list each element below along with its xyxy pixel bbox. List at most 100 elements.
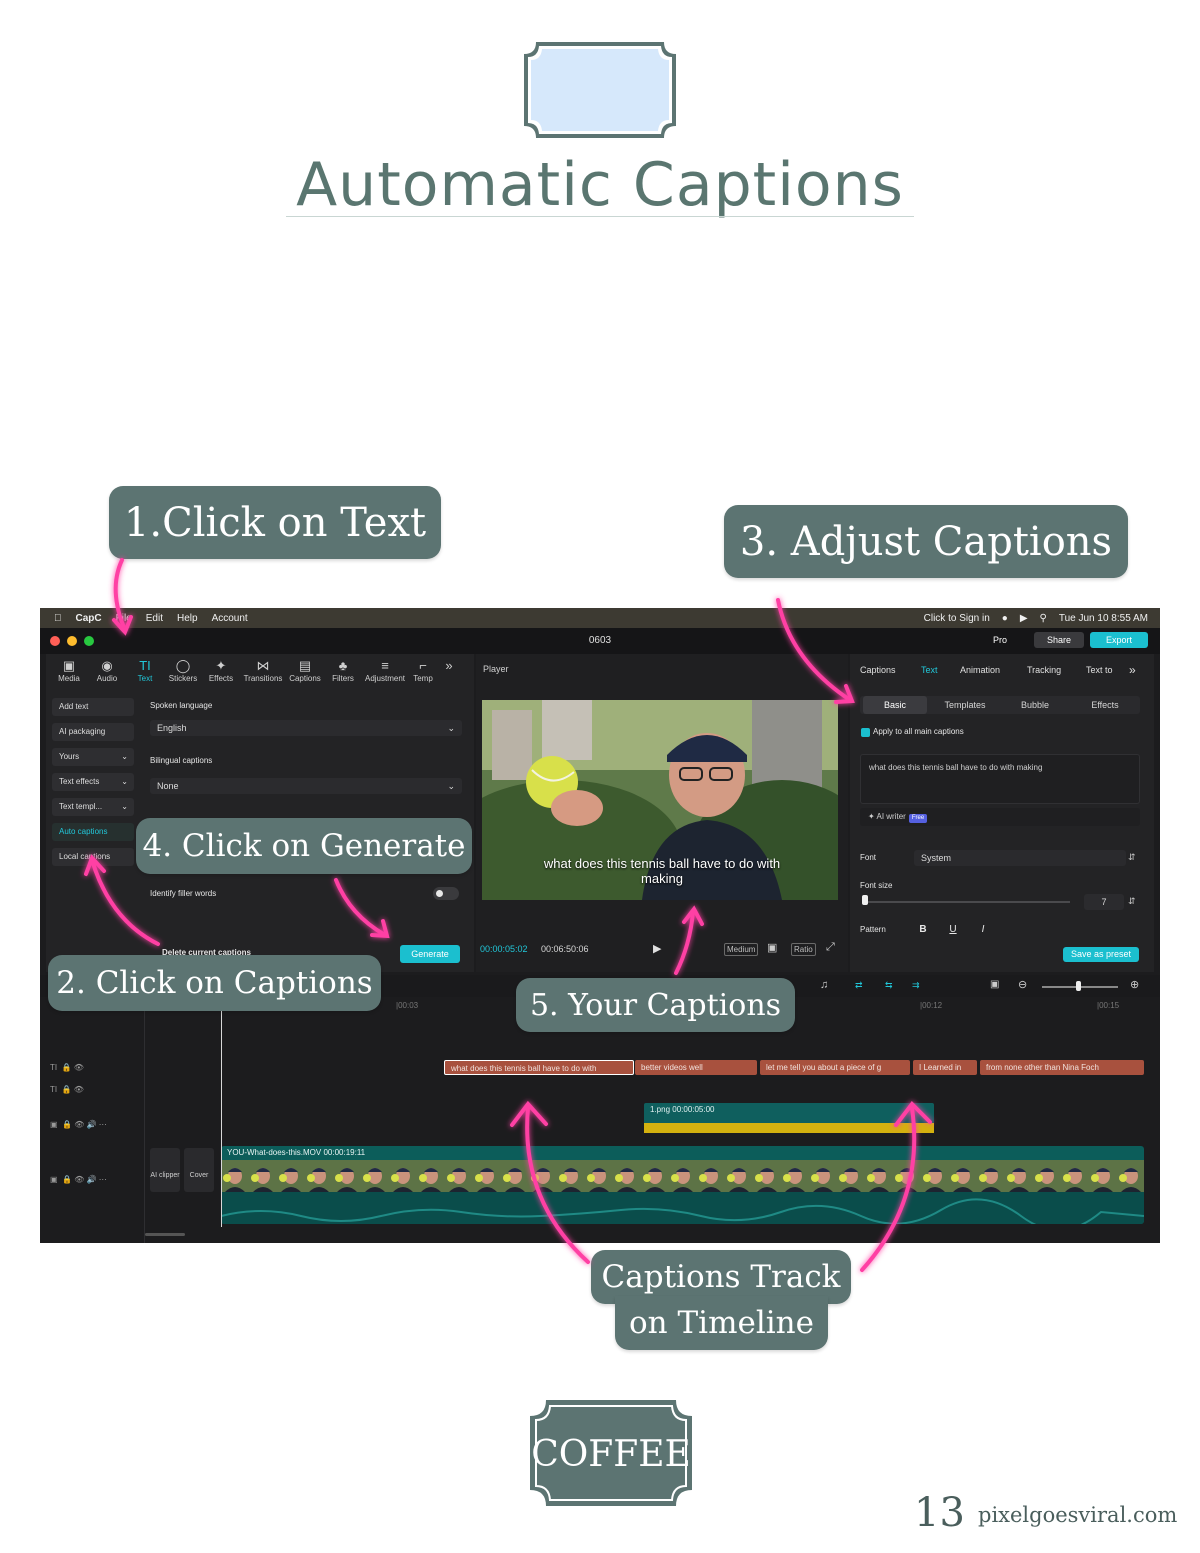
tab-rp-text[interactable]: Text (921, 665, 938, 675)
quality-button[interactable]: Medium (724, 943, 759, 956)
wifi-icon[interactable]: ● (1002, 613, 1008, 624)
link-icon[interactable]: ⇆ (885, 980, 893, 991)
stepper-icon[interactable]: ⇵ (1128, 896, 1136, 907)
font-size-slider[interactable] (864, 901, 1070, 903)
bilingual-captions-select[interactable]: None ⌄ (150, 778, 462, 794)
cover-button[interactable]: Cover (184, 1148, 214, 1192)
caption-text-area[interactable]: what does this tennis ball have to do wi… (860, 754, 1140, 804)
ratio-button[interactable]: Ratio (791, 943, 816, 956)
sign-in-link[interactable]: Click to Sign in (924, 613, 990, 624)
caption-clip[interactable]: I Learned in (913, 1060, 977, 1075)
caption-clip[interactable]: better videos well (635, 1060, 757, 1075)
tab-adjustment[interactable]: ≡ Adjustment (362, 656, 408, 692)
current-time: 00:00:05:02 (480, 944, 528, 954)
identify-filler-toggle[interactable] (433, 887, 459, 900)
fit-icon[interactable]: ▣ (767, 941, 777, 954)
volume-icon[interactable]: ▶ (1020, 613, 1028, 624)
side-item-yours[interactable]: Yours ⌄ (52, 748, 134, 766)
menu-app-name[interactable]: CapC (76, 613, 102, 624)
tab-transitions-label: Transitions (243, 674, 283, 683)
seg-templates[interactable]: Templates (932, 696, 998, 714)
tab-captions-label: Captions (289, 674, 321, 683)
spoken-language-select[interactable]: English ⌄ (150, 720, 462, 736)
side-item-ai-packaging[interactable]: AI packaging (52, 723, 134, 741)
tab-template[interactable]: ⌐ Temp (408, 656, 438, 692)
underline-button[interactable]: U (943, 922, 963, 938)
zoom-out-icon[interactable]: ⊖ (1018, 978, 1027, 991)
seg-basic[interactable]: Basic (863, 696, 927, 714)
share-button[interactable]: Share (1034, 632, 1084, 648)
tab-stickers[interactable]: ◯ Stickers (164, 656, 202, 692)
spoken-language-label: Spoken language (150, 701, 213, 710)
menu-help[interactable]: Help (177, 613, 198, 624)
caption-clip[interactable]: let me tell you about a piece of g (760, 1060, 910, 1075)
callout-step-3: 3. Adjust Captions (724, 505, 1128, 578)
italic-button[interactable]: I (973, 922, 993, 938)
chevron-down-icon: ⌄ (121, 777, 128, 786)
side-item-text-templates[interactable]: Text templ... ⌄ (52, 798, 134, 816)
save-preset-button[interactable]: Save as preset (1063, 947, 1139, 962)
split-icon[interactable]: ⇉ (912, 980, 920, 991)
export-button[interactable]: Export (1090, 632, 1148, 648)
side-item-add-text[interactable]: Add text (52, 698, 134, 716)
seg-bubble[interactable]: Bubble (1002, 696, 1068, 714)
pro-button[interactable]: Pro (984, 632, 1016, 648)
tab-rp-animation[interactable]: Animation (960, 665, 1000, 675)
bold-button[interactable]: B (913, 922, 933, 938)
fullscreen-icon[interactable]: ⤢ (826, 941, 835, 954)
stickers-icon: ◯ (175, 658, 191, 673)
font-size-input[interactable]: 7 (1084, 894, 1124, 910)
menu-edit[interactable]: Edit (146, 613, 163, 624)
tab-audio[interactable]: ◉ Audio (88, 656, 126, 692)
bilingual-captions-value: None (157, 781, 179, 791)
audio-icon: ◉ (101, 658, 113, 673)
ai-writer-row[interactable]: ✦ AI writer Free (860, 808, 1140, 826)
identify-filler-label: Identify filler words (150, 889, 217, 898)
overlay-track-header: ▣ 🔒 👁 🔊 ⋯ (50, 1120, 107, 1129)
apple-icon[interactable]:  (54, 613, 62, 624)
stepper-icon[interactable]: ⇵ (1128, 852, 1136, 863)
font-size-label: Font size (860, 881, 893, 890)
horizontal-scrollbar[interactable] (145, 1233, 185, 1236)
side-item-auto-captions[interactable]: Auto captions (52, 823, 134, 841)
tab-rp-tracking[interactable]: Tracking (1027, 665, 1061, 675)
tab-rp-text-to[interactable]: Text to (1086, 665, 1113, 675)
side-item-text-effects[interactable]: Text effects ⌄ (52, 773, 134, 791)
tab-text[interactable]: TI Text (126, 656, 164, 692)
tab-filters[interactable]: ♣ Filters (324, 656, 362, 692)
playhead[interactable] (221, 997, 222, 1227)
tab-captions[interactable]: ▤ Captions (286, 656, 324, 692)
seg-effects[interactable]: Effects (1072, 696, 1138, 714)
template-icon: ⌐ (419, 658, 427, 673)
caption-clip[interactable]: from none other than Nina Foch (980, 1060, 1144, 1075)
menu-account[interactable]: Account (212, 613, 248, 624)
image-clip-label: 1.png 00:00:05:00 (650, 1105, 715, 1114)
tab-rp-captions[interactable]: Captions (860, 665, 896, 675)
adjustment-icon: ≡ (381, 658, 389, 673)
tab-transitions[interactable]: ⋈ Transitions (240, 656, 286, 692)
zoom-slider-knob[interactable] (1076, 981, 1081, 991)
apply-all-checkbox[interactable] (861, 728, 870, 737)
preview-icon[interactable]: ▣ (990, 979, 999, 990)
video-preview[interactable]: what does this tennis ball have to do wi… (482, 700, 838, 900)
search-icon[interactable]: ⚲ (1040, 613, 1047, 624)
font-size-slider-knob[interactable] (862, 895, 868, 905)
magnet-icon[interactable]: ⇄ (855, 980, 863, 991)
zoom-in-icon[interactable]: ⊕ (1130, 978, 1139, 991)
more-tabs-button[interactable]: » (438, 656, 460, 692)
menu-file[interactable]: File (116, 613, 132, 624)
chevrons-right-icon[interactable]: » (1129, 663, 1136, 677)
chevron-down-icon: ⌄ (447, 781, 455, 791)
ai-clipper-button[interactable]: AI clipper (150, 1148, 180, 1192)
tab-effects[interactable]: ✦ Effects (202, 656, 240, 692)
font-select[interactable]: System (914, 850, 1126, 866)
play-icon[interactable]: ▶ (653, 942, 661, 955)
caption-clip[interactable]: what does this tennis ball have to do wi… (444, 1060, 634, 1075)
side-item-local-captions[interactable]: Local captions (52, 848, 134, 866)
main-video-clip[interactable]: YOU-What-does-this.MOV 00:00:19:11 (221, 1146, 1144, 1224)
tab-media[interactable]: ▣ Media (50, 656, 88, 692)
generate-button[interactable]: Generate (400, 945, 460, 963)
image-clip[interactable]: 1.png 00:00:05:00 (644, 1103, 934, 1133)
microphone-icon[interactable]: ♫ (820, 979, 828, 991)
coffee-badge: COFFEE (530, 1400, 692, 1506)
